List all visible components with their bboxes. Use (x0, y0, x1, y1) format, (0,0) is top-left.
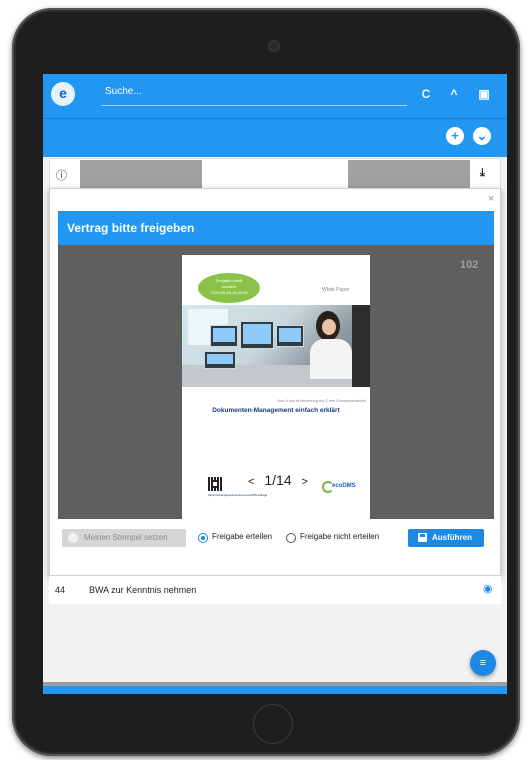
reject-radio-label[interactable]: Freigabe nicht erteilen (300, 532, 379, 541)
set-stamp-button[interactable]: Meinen Stempel setzen (62, 529, 186, 547)
doc-title: Dokumenten-Management einfach erklärt (212, 407, 340, 414)
close-icon[interactable]: × (488, 193, 494, 205)
prev-page-icon[interactable]: < (248, 476, 254, 488)
info-icon[interactable]: ⓘ (56, 167, 67, 183)
photo-monitor (276, 325, 304, 347)
execute-label: Ausführen (432, 533, 472, 542)
add-button[interactable]: + (446, 127, 464, 145)
doc-url: https://whitepaperdownload.ecoDMS-Ablage (208, 493, 268, 497)
document-page: Freigabe erteilt sendero 2024-06-28 15:4… (182, 255, 370, 519)
save-icon (418, 533, 427, 542)
monitor-screen (243, 324, 271, 344)
stamp-line: 2024-06-28 15:43:08 (210, 290, 248, 295)
photo-monitor (240, 321, 274, 349)
stamp-icon (68, 533, 78, 543)
approval-dialog: × Vertrag bitte freigeben 102 Freigabe e… (49, 188, 501, 576)
reject-radio[interactable] (286, 533, 296, 543)
refresh-icon[interactable]: C (417, 85, 435, 103)
home-button[interactable] (253, 704, 293, 744)
table-row[interactable]: ⓘ ⤓ (49, 158, 501, 190)
approve-radio-label[interactable]: Freigabe erteilen (212, 532, 272, 541)
bottom-bar (43, 686, 507, 694)
dialog-actions: Meinen Stempel setzen Freigabe erteilen … (50, 521, 502, 577)
list-menu-fab[interactable]: ≡ (470, 650, 496, 676)
monitor-screen (279, 328, 301, 342)
next-page-icon[interactable]: > (302, 476, 308, 488)
document-viewer[interactable]: 102 Freigabe erteilt sendero 2024-06-28 … (58, 245, 494, 519)
set-stamp-label: Meinen Stempel setzen (84, 533, 168, 542)
app-logo-icon[interactable]: e (51, 82, 75, 106)
execute-button[interactable]: Ausführen (408, 529, 484, 547)
dialog-title: Vertrag bitte freigeben (58, 211, 494, 245)
collapse-icon[interactable]: ^ (445, 85, 463, 103)
download-icon[interactable]: ⤓ (480, 167, 485, 180)
tablet-screen: e Suche... C ^ ▣ + ⌄ ⓘ ⤓ × Vertrag bitte… (43, 74, 507, 694)
approval-stamp: Freigabe erteilt sendero 2024-06-28 15:4… (198, 273, 260, 303)
camera (268, 40, 280, 52)
row-title: BWA zur Kenntnis nehmen (89, 585, 197, 595)
page-indicator: 1/14 (264, 472, 292, 488)
doc-subtitle: Von A wie Archivierung bis Z wie Zusamme… (277, 398, 367, 403)
ecodms-logo: ecoDMS (322, 481, 356, 493)
qr-code-icon (208, 477, 222, 491)
eye-icon[interactable]: ◉ (483, 582, 493, 595)
approve-radio[interactable] (198, 533, 208, 543)
table-cell (348, 160, 470, 190)
expand-menu-button[interactable]: ⌄ (473, 127, 491, 145)
id-card-icon[interactable]: ▣ (475, 85, 493, 103)
photo-laptop (204, 351, 236, 369)
laptop-screen (207, 354, 233, 364)
person-face (322, 319, 336, 335)
pager: < 1/14 > (238, 473, 318, 489)
monitor-screen (213, 328, 235, 342)
table-cell (80, 160, 202, 190)
page-count: 102 (460, 259, 479, 271)
list-item[interactable]: 44 BWA zur Kenntnis nehmen ◉ (49, 576, 501, 604)
cover-photo (182, 305, 370, 387)
ecodms-logo-text: ecoDMS (332, 483, 356, 489)
toolbar: + ⌄ (43, 118, 507, 157)
photo-edge (352, 305, 370, 387)
doc-header: White Paper (322, 287, 350, 293)
qr-marker (211, 480, 219, 488)
search-input[interactable]: Suche... (101, 82, 407, 106)
photo-monitor (210, 325, 238, 347)
person-body (310, 339, 352, 379)
row-number: 44 (55, 585, 66, 595)
app-bar: e Suche... C ^ ▣ (43, 74, 507, 118)
